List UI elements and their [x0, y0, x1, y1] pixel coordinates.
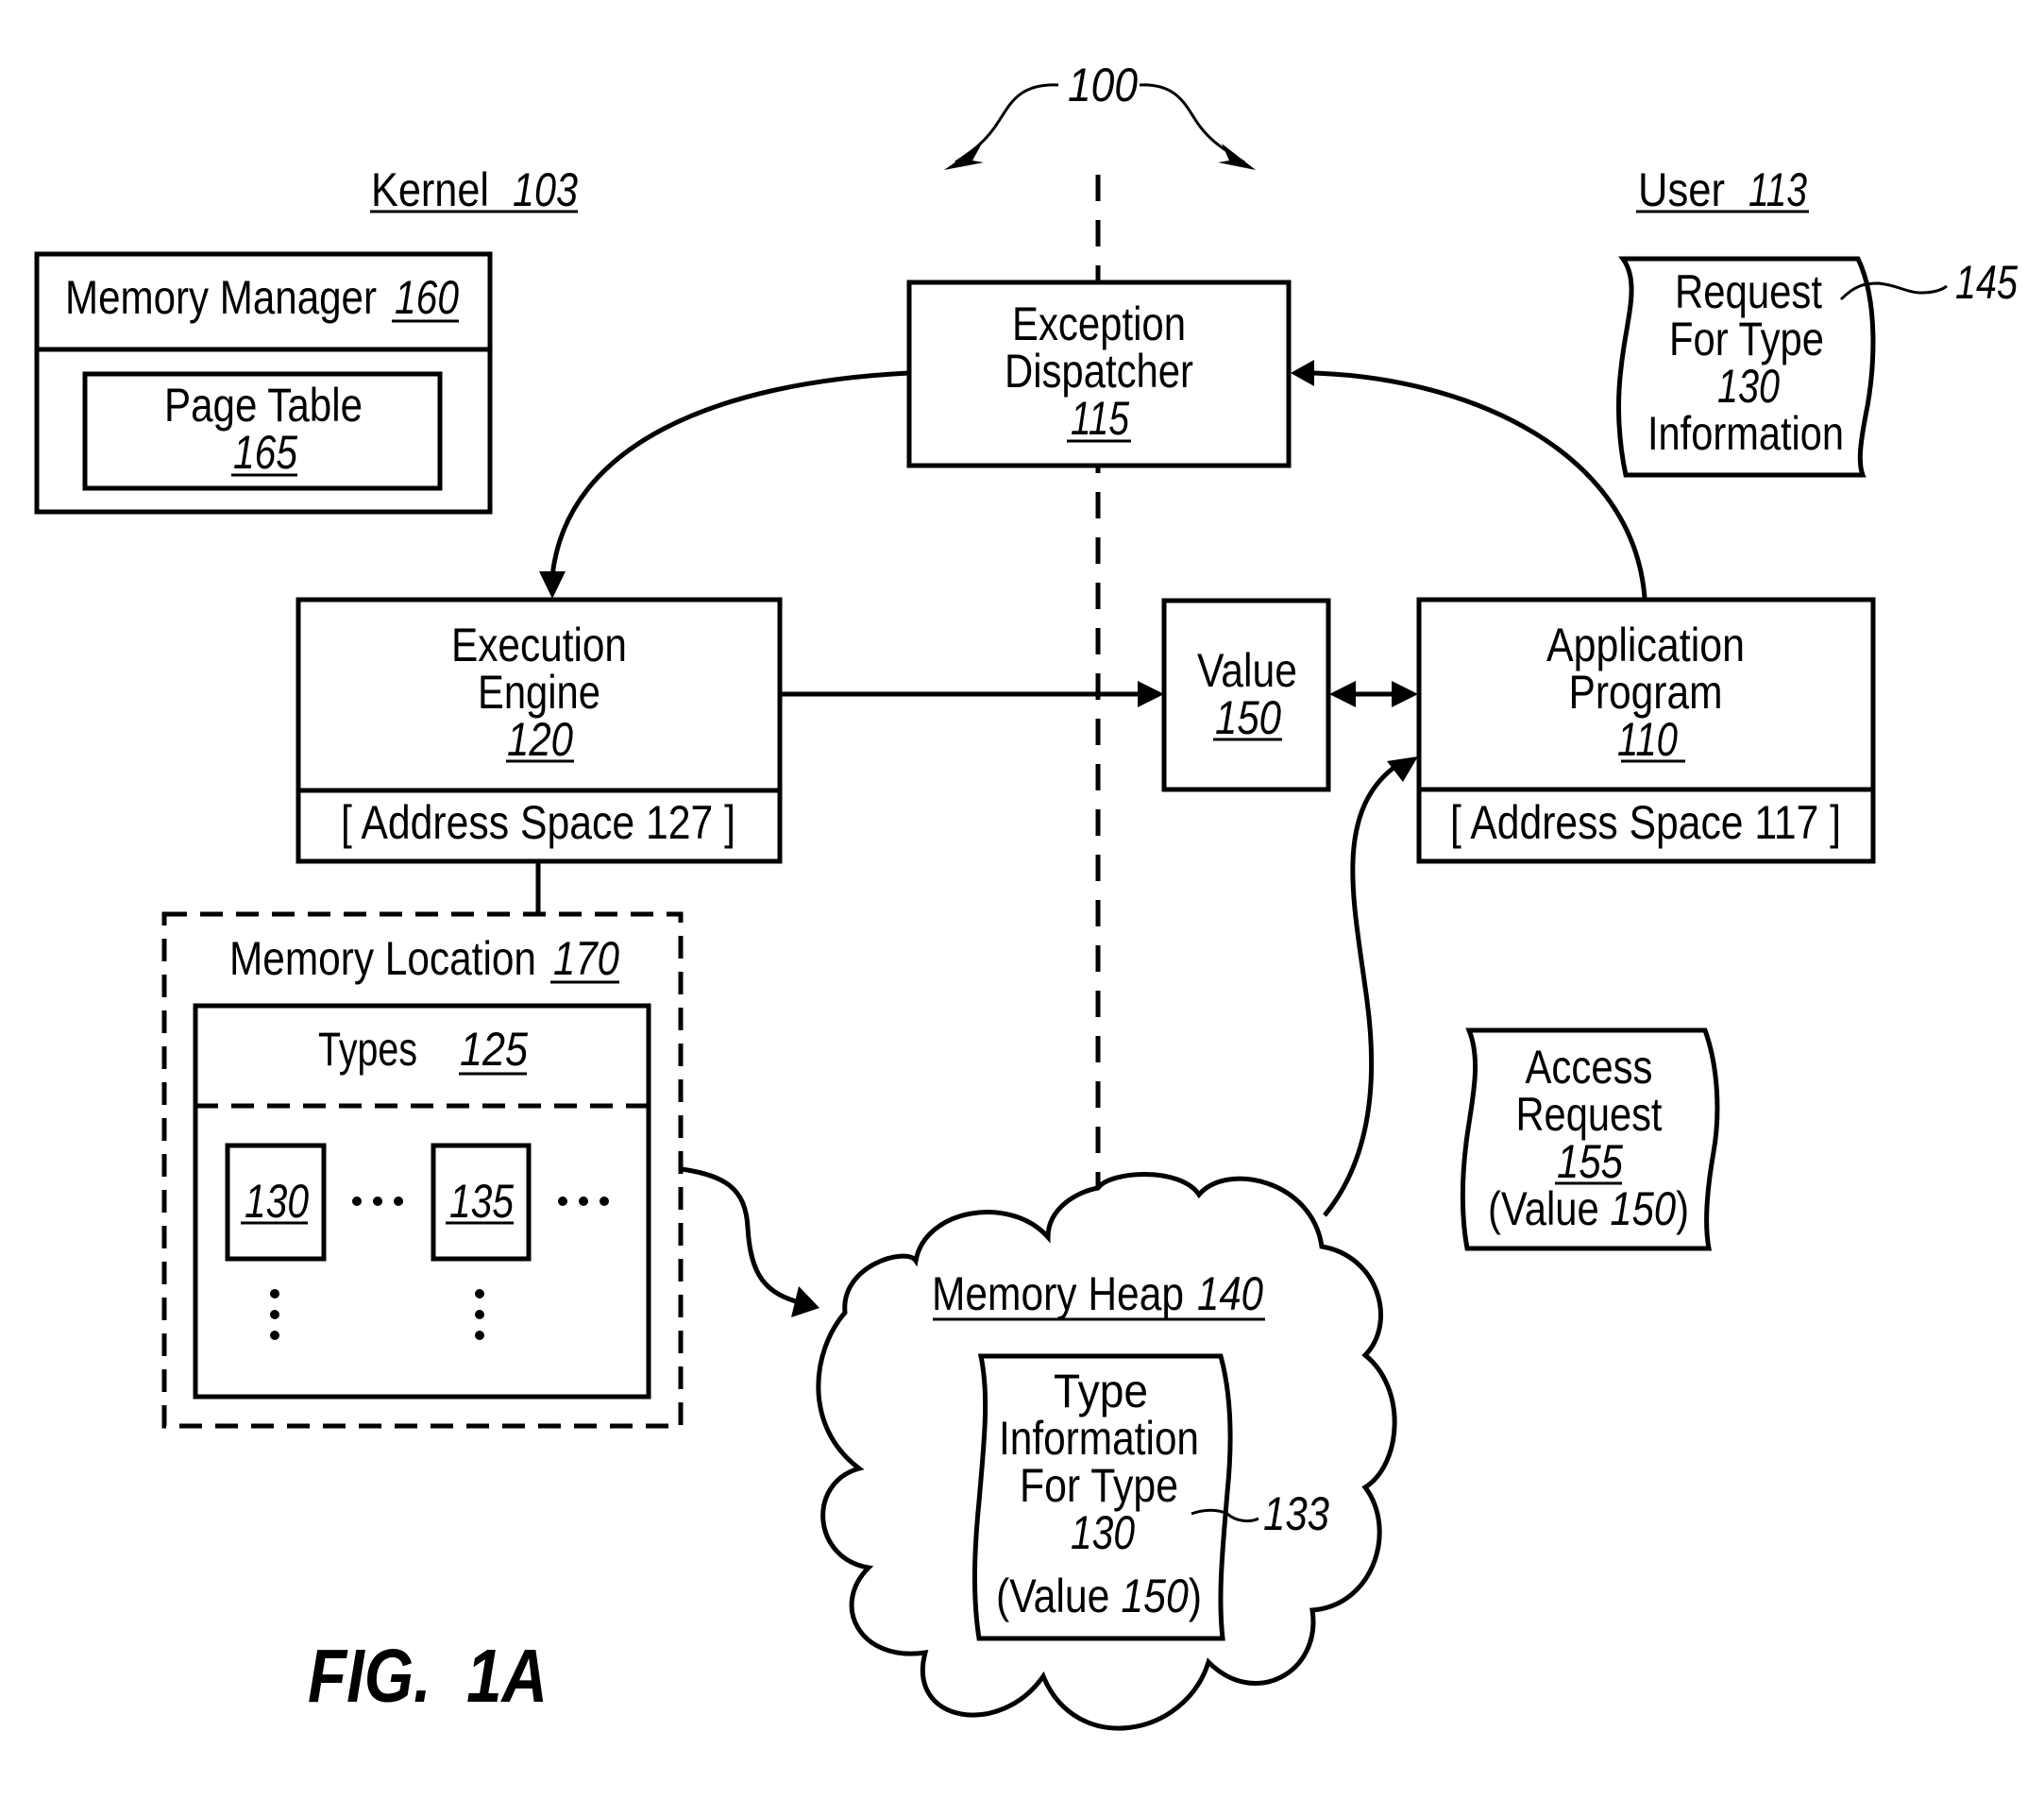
request-note-line4: Information — [1647, 407, 1844, 460]
dispatcher-arrowhead-icon — [1291, 360, 1314, 386]
page-table-ref: 165 — [233, 426, 297, 479]
access-request-value-suffix: ) — [1676, 1182, 1689, 1235]
memory-manager-ref: 160 — [395, 271, 459, 324]
page-table[interactable]: Page Table 165 — [82, 371, 443, 491]
execution-engine[interactable]: Execution Engine 120 [ Address Space 127… — [296, 597, 783, 864]
exception-dispatcher[interactable]: Exception Dispatcher 115 — [906, 280, 1292, 468]
system-reference-100: 100 — [944, 59, 1256, 170]
figure-title: FIG. 1A — [308, 1634, 548, 1718]
patent-diagram: 100 Kernel 103 User 113 Memory Manager 1… — [34, 59, 2019, 1731]
type-info-value-prefix: (Value — [996, 1570, 1121, 1622]
request-note-line1: Request — [1675, 265, 1822, 318]
type-135-ref: 135 — [449, 1175, 514, 1228]
execution-engine-line2: Engine — [478, 666, 600, 719]
heap-arrowhead-icon — [791, 1286, 819, 1317]
access-request-line2: Request — [1516, 1088, 1663, 1141]
type-135[interactable]: 135 — [431, 1143, 532, 1262]
value-side-arrowhead-icon — [1329, 681, 1356, 707]
application-program[interactable]: Application Program 110 [ Address Space … — [1416, 597, 1876, 864]
request-note[interactable]: Request For Type 130 Information 145 — [1616, 256, 2019, 478]
access-request-ref: 155 — [1557, 1135, 1623, 1188]
memory-heap[interactable]: Memory Heap 140 Type Information For Typ… — [816, 1172, 1397, 1731]
memory-location[interactable]: Memory Location 170 Types 125 130 135 — [161, 911, 684, 1429]
application-program-ref: 110 — [1617, 713, 1678, 766]
access-request-value-prefix: (Value — [1488, 1182, 1610, 1235]
memory-location-ref: 170 — [553, 932, 619, 985]
user-region-label: User 113 — [1636, 163, 1809, 216]
access-request-value-ref: 150 — [1610, 1182, 1676, 1235]
kernel-region-label: Kernel 103 — [370, 163, 578, 216]
access-request-line4: (Value 150) — [1488, 1182, 1689, 1235]
application-program-line2: Program — [1569, 666, 1723, 719]
program-to-dispatcher-connector — [1311, 370, 1647, 599]
right-arrowhead-icon — [1218, 144, 1256, 170]
exception-dispatcher-line1: Exception — [1012, 297, 1186, 350]
kernel-ref: 103 — [513, 163, 578, 216]
user-label: User — [1638, 163, 1725, 216]
memory-manager-label: Memory Manager — [65, 271, 377, 324]
system-ref-left-arrow — [954, 83, 1059, 164]
type-info-value-suffix: ) — [1189, 1570, 1202, 1622]
heap-to-program-connector — [1323, 762, 1399, 1217]
memory-manager[interactable]: Memory Manager 160 Page Table 165 — [34, 251, 493, 515]
kernel-label: Kernel — [371, 163, 489, 216]
horizontal-ellipsis-1 — [352, 1197, 403, 1206]
request-note-ref: 145 — [1955, 256, 2018, 309]
memory-location-to-heap-connector — [681, 1166, 803, 1306]
user-ref: 113 — [1748, 163, 1807, 216]
type-130-ref: 130 — [245, 1175, 309, 1228]
vertical-ellipsis-1 — [270, 1289, 279, 1340]
vertical-ellipsis-2 — [475, 1289, 484, 1340]
type-info-note[interactable]: Type Information For Type 130 (Value 150… — [971, 1353, 1259, 1641]
types-ref: 125 — [460, 1023, 528, 1076]
request-note-line2: For Type — [1669, 313, 1824, 365]
type-info-line1: Type — [1054, 1365, 1148, 1417]
type-info-line2: Information — [999, 1412, 1199, 1465]
type-info-line5: (Value 150) — [996, 1570, 1202, 1622]
types[interactable]: Types 125 130 135 — [193, 1003, 651, 1400]
access-request-line1: Access — [1526, 1041, 1653, 1094]
memory-heap-label: Memory Heap — [932, 1267, 1184, 1320]
execution-engine-line1: Execution — [451, 619, 627, 671]
access-request-note[interactable]: Access Request 155 (Value 150) — [1460, 1027, 1720, 1251]
exception-dispatcher-line2: Dispatcher — [1005, 345, 1193, 398]
type-info-line4: 130 — [1071, 1506, 1135, 1559]
request-note-line3: 130 — [1717, 360, 1780, 413]
value-label: Value — [1197, 644, 1297, 697]
engine-arrowhead-icon — [539, 571, 566, 599]
value-box[interactable]: Value 150 — [1161, 598, 1331, 792]
program-side-arrowhead-icon — [1392, 681, 1418, 707]
type-info-value-ref: 150 — [1121, 1570, 1189, 1622]
type-info-line3: For Type — [1020, 1459, 1178, 1512]
page-table-label: Page Table — [164, 379, 363, 432]
system-ref-label: 100 — [1068, 59, 1138, 111]
type-130[interactable]: 130 — [225, 1143, 327, 1262]
left-arrowhead-icon — [944, 144, 984, 170]
memory-heap-ref: 140 — [1197, 1267, 1263, 1320]
dispatcher-to-engine-connector — [549, 370, 910, 577]
value-ref: 150 — [1215, 691, 1281, 744]
horizontal-ellipsis-2 — [558, 1197, 609, 1206]
execution-engine-address-space: [ Address Space 127 ] — [341, 796, 735, 849]
application-program-line1: Application — [1546, 619, 1745, 671]
execution-engine-ref: 120 — [507, 713, 573, 766]
exception-dispatcher-ref: 115 — [1071, 392, 1129, 445]
value-arrowhead-icon — [1138, 681, 1164, 707]
memory-location-label: Memory Location — [229, 932, 536, 985]
type-info-ref: 133 — [1263, 1487, 1329, 1540]
application-program-address-space: [ Address Space 117 ] — [1450, 796, 1841, 849]
types-label: Types — [318, 1023, 417, 1076]
